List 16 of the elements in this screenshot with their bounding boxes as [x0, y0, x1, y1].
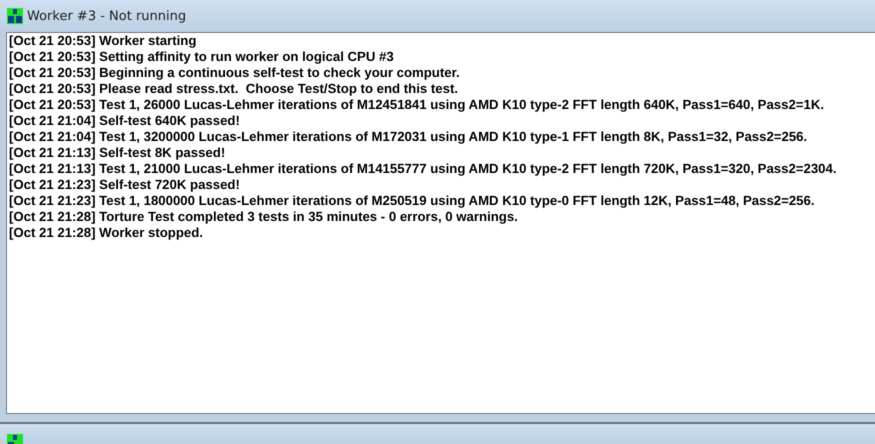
log-line: [Oct 21 20:53] Test 1, 26000 Lucas-Lehmer iterations of M12451841 using AMD K10 type-2 FFT length 640K, Pass1=640, Pass2=1K.	[9, 97, 824, 113]
log-line: [Oct 21 21:04] Test 1, 3200000 Lucas-Lehmer iterations of M172031 using AMD K10 type-1 FFT length 8K, Pass1=32, Pass2=256.	[9, 129, 808, 145]
window-title: Worker #3 - Not running	[27, 8, 186, 24]
log-line: [Oct 21 21:28] Worker stopped.	[9, 225, 203, 241]
log-line: [Oct 21 21:28] Torture Test completed 3 tests in 35 minutes - 0 errors, 0 warnings.	[9, 209, 518, 225]
log-line: [Oct 21 21:23] Self-test 720K passed!	[9, 177, 240, 193]
app-icon	[7, 434, 23, 444]
log-line: [Oct 21 20:53] Please read stress.txt. Choose Test/Stop to end this test.	[9, 81, 458, 97]
log-line: [Oct 21 20:53] Setting affinity to run worker on logical CPU #3	[9, 49, 394, 65]
log-line: [Oct 21 20:53] Worker starting	[9, 33, 196, 49]
log-line: [Oct 21 21:23] Test 1, 1800000 Lucas-Lehmer iterations of M250519 using AMD K10 type-0 FFT length 12K, Pass1=48, Pass2=256.	[9, 193, 815, 209]
log-line: [Oct 21 21:13] Self-test 8K passed!	[9, 145, 226, 161]
app-icon	[7, 8, 23, 24]
log-line: [Oct 21 21:13] Test 1, 21000 Lucas-Lehmer iterations of M14155777 using AMD K10 type-2 FFT length 720K, Pass1=320, Pass2=2304.	[9, 161, 837, 177]
log-line: [Oct 21 21:04] Self-test 640K passed!	[9, 113, 240, 129]
log-line: [Oct 21 20:53] Beginning a continuous self-test to check your computer.	[9, 65, 460, 81]
